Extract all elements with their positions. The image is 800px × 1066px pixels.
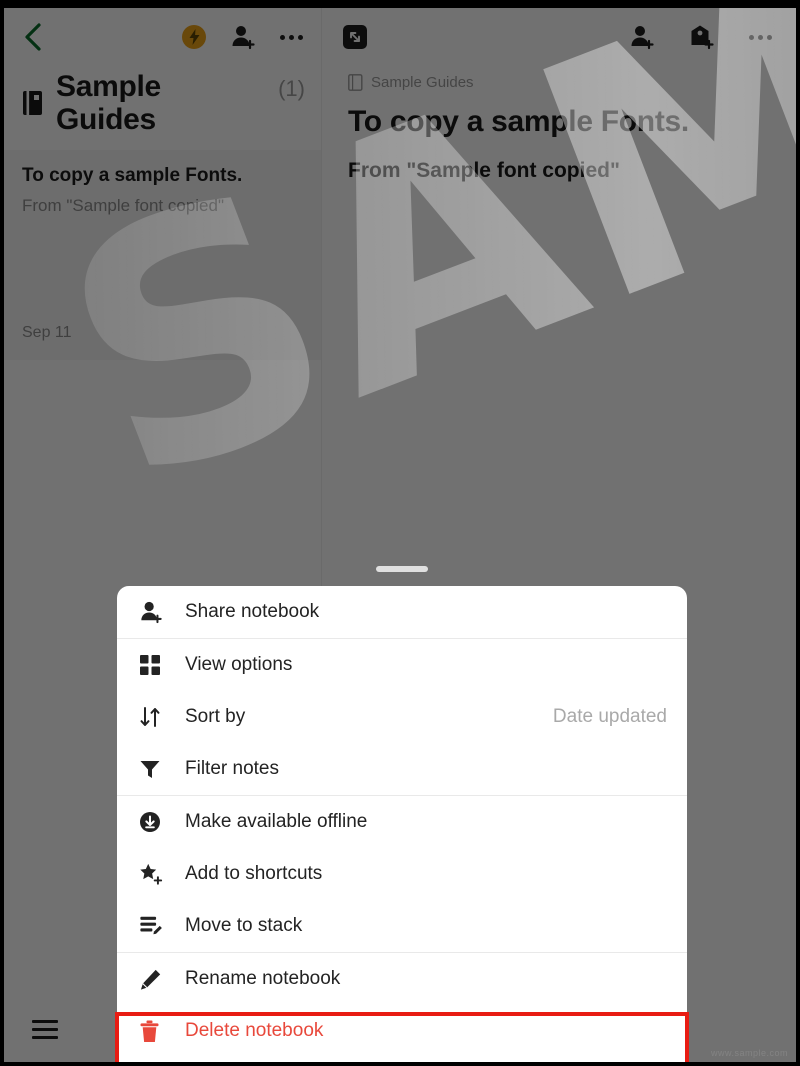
menu-item-label: View options: [185, 654, 293, 675]
screen-root: Sample Guides (1) To copy a sample Fonts…: [0, 0, 800, 1066]
share-note-button[interactable]: [629, 24, 655, 50]
menu-group-manage: Rename notebook Delete notebook: [117, 953, 687, 1057]
breadcrumb-label: Sample Guides: [371, 74, 474, 91]
person-add-icon: [631, 26, 654, 50]
notebook-title-row: Sample Guides (1): [4, 66, 321, 150]
expand-collapse-icon: [343, 25, 367, 49]
menu-group-actions: Make available offline Add to shortcuts: [117, 796, 687, 952]
star-add-icon: [139, 862, 169, 886]
menu-item-rename-notebook[interactable]: Rename notebook: [117, 953, 687, 1005]
sort-arrows-icon: [139, 705, 169, 729]
right-overflow-menu-button[interactable]: [749, 34, 772, 40]
note-date: Sep 11: [22, 324, 72, 341]
menu-item-move-to-stack[interactable]: Move to stack: [117, 900, 687, 952]
menu-item-label: Add to shortcuts: [185, 863, 323, 884]
note-snippet: From "Sample font copied": [22, 195, 224, 215]
left-panel-toolbar: [4, 8, 321, 66]
note-title: To copy a sample Fonts.: [22, 165, 243, 186]
right-panel-toolbar: [322, 8, 796, 66]
sort-by-value: Date updated: [552, 706, 667, 727]
lightning-bolt-icon: [189, 29, 199, 45]
menu-item-delete-notebook[interactable]: Delete notebook: [117, 1005, 687, 1057]
menu-item-make-available-offline[interactable]: Make available offline: [117, 796, 687, 848]
menu-item-share-notebook[interactable]: Share notebook: [117, 586, 687, 638]
person-add-icon: [232, 26, 255, 50]
menu-item-label: Sort by: [185, 706, 246, 727]
notebook-small-icon: [348, 74, 363, 91]
menu-item-label: Make available offline: [185, 811, 368, 832]
notebook-options-sheet: Share notebook View options Sort by Date…: [117, 586, 687, 1062]
notebook-note-count: (1): [278, 76, 305, 101]
expand-note-button[interactable]: [342, 24, 368, 50]
filter-funnel-icon: [139, 758, 169, 780]
back-button[interactable]: [16, 20, 50, 54]
menu-item-label: Delete notebook: [185, 1020, 324, 1041]
device-frame-left: [0, 0, 4, 1066]
add-tag-button[interactable]: [689, 24, 715, 50]
note-subheading: From "Sample font copied": [348, 159, 620, 182]
grid-view-icon: [139, 654, 169, 676]
page-title: Sample Guides: [56, 70, 161, 136]
more-horizontal-icon: [280, 34, 303, 40]
note-list-item[interactable]: To copy a sample Fonts. From "Sample fon…: [4, 150, 321, 360]
menu-item-view-options[interactable]: View options: [117, 639, 687, 691]
bottom-sheet-wrapper: Share notebook View options Sort by Date…: [117, 566, 687, 1062]
chevron-left-icon: [25, 23, 41, 51]
menu-group-share: Share notebook: [117, 586, 687, 638]
device-frame-bottom: [0, 1062, 800, 1066]
download-offline-icon: [139, 811, 169, 833]
menu-item-add-to-shortcuts[interactable]: Add to shortcuts: [117, 848, 687, 900]
menu-item-label: Move to stack: [185, 915, 303, 936]
note-heading: To copy a sample Fonts.: [348, 105, 689, 138]
tag-add-icon: [691, 25, 714, 50]
menu-item-sort-by[interactable]: Sort by Date updated: [117, 691, 687, 743]
menu-item-label: Filter notes: [185, 758, 279, 779]
person-add-icon: [139, 600, 169, 624]
share-notebook-button[interactable]: [230, 24, 256, 50]
move-to-stack-icon: [139, 914, 169, 938]
device-frame-right: [796, 0, 800, 1066]
sheet-drag-handle[interactable]: [376, 566, 428, 572]
breadcrumb[interactable]: Sample Guides: [322, 66, 796, 91]
left-overflow-menu-button[interactable]: [280, 34, 303, 40]
trash-icon: [139, 1020, 169, 1043]
pencil-icon: [139, 968, 169, 991]
notebook-icon: [23, 91, 42, 115]
menu-group-view: View options Sort by Date updated Filter…: [117, 639, 687, 795]
menu-item-filter-notes[interactable]: Filter notes: [117, 743, 687, 795]
hamburger-menu-icon[interactable]: [32, 1019, 58, 1039]
premium-badge-button[interactable]: [182, 25, 206, 49]
device-frame-top: [0, 0, 800, 8]
more-horizontal-icon: [749, 34, 772, 40]
menu-item-label: Share notebook: [185, 601, 320, 622]
menu-item-label: Rename notebook: [185, 968, 341, 989]
